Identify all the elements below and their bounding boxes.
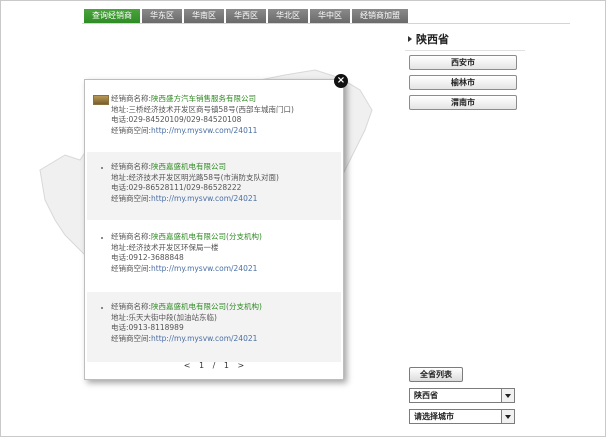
- bullet-dot-icon: [101, 307, 103, 309]
- dealer-space-label: 经销商空间:: [111, 333, 152, 343]
- dealer-space-link[interactable]: http://my.mysvw.com/24021: [151, 334, 257, 343]
- dealer-phone-label: 电话:: [111, 253, 129, 262]
- dealer-address-label: 地址:: [111, 242, 129, 252]
- province-select-value: 陕西省: [414, 391, 438, 400]
- dealer-space-label: 经销商空间:: [111, 125, 152, 135]
- province-select[interactable]: 陕西省: [409, 388, 515, 403]
- dealer-phone-label: 电话:: [111, 323, 129, 332]
- dealer-address-label: 地址:: [111, 104, 129, 114]
- province-name: 陕西省: [416, 33, 449, 46]
- tab-north-china[interactable]: 华北区: [268, 9, 308, 23]
- dealer-name-link[interactable]: 陕西嘉盛机电有限公司: [151, 162, 226, 171]
- dealer-address: 三桥经济技术开发区商号镇58号(西部车城南门口): [128, 104, 294, 114]
- city-button-xian[interactable]: 西安市: [409, 55, 517, 70]
- dealer-space-link[interactable]: http://my.mysvw.com/24011: [151, 126, 257, 135]
- bullet-dot-icon: [101, 237, 103, 239]
- dealer-name-link[interactable]: 陕西盛方汽车销售服务有限公司: [151, 94, 256, 103]
- dealer-address: 乐天大街中段(加油站东临): [128, 312, 217, 322]
- dealer-phone-label: 电话:: [111, 183, 129, 192]
- dealer-name-link[interactable]: 陕西嘉盛机电有限公司(分支机构): [151, 302, 262, 311]
- triangle-bullet-icon: [408, 36, 412, 42]
- total-pages: 1: [223, 361, 229, 370]
- tab-east-china[interactable]: 华东区: [142, 9, 182, 23]
- current-page: 1: [199, 361, 205, 370]
- city-select-value: 请选择城市: [414, 412, 454, 421]
- dealer-space-link[interactable]: http://my.mysvw.com/24021: [151, 264, 257, 273]
- dealer-entry: 经销商名称:陕西盛方汽车销售服务有限公司 地址:三桥经济技术开发区商号镇58号(…: [87, 90, 341, 152]
- page-separator: /: [212, 361, 216, 370]
- dealer-space-link[interactable]: http://my.mysvw.com/24021: [151, 194, 257, 203]
- province-heading: 陕西省: [405, 30, 525, 48]
- dealer-address: 经济技术开发区明光路58号(市消防支队对面): [128, 172, 279, 182]
- dealer-phone: 029-84520109/029-84520108: [128, 115, 242, 124]
- tab-south-china[interactable]: 华南区: [184, 9, 224, 23]
- dealer-address-label: 地址:: [111, 312, 129, 322]
- bullet-dot-icon: [101, 167, 103, 169]
- dealer-name-label: 经销商名称:: [111, 232, 152, 241]
- dealer-thumbnail-icon: [93, 95, 109, 105]
- dealer-phone: 0912-3688848: [128, 253, 184, 262]
- dealer-space-label: 经销商空间:: [111, 263, 152, 273]
- tab-query-dealer[interactable]: 查询经销商: [84, 9, 140, 23]
- dealer-space-label: 经销商空间:: [111, 193, 152, 203]
- chevron-down-icon[interactable]: [501, 410, 514, 423]
- dealer-phone: 0913-8118989: [128, 323, 184, 332]
- dealer-entry: 经销商名称:陕西嘉盛机电有限公司(分支机构) 地址:经济技术开发区环保局一楼 电…: [87, 222, 341, 292]
- prev-page-button[interactable]: <: [184, 361, 191, 370]
- close-popup-button[interactable]: ×: [334, 74, 348, 88]
- tab-west-china[interactable]: 华西区: [226, 9, 266, 23]
- dealer-name-label: 经销商名称:: [111, 162, 152, 171]
- dealer-phone-label: 电话:: [111, 115, 129, 124]
- dealer-address-label: 地址:: [111, 172, 129, 182]
- chevron-down-icon[interactable]: [501, 389, 514, 402]
- tab-divider-line: [82, 23, 570, 24]
- city-button-weinan[interactable]: 渭南市: [409, 95, 517, 110]
- next-page-button[interactable]: >: [238, 361, 245, 370]
- city-button-yulin[interactable]: 榆林市: [409, 75, 517, 90]
- dealer-name-label: 经销商名称:: [111, 302, 152, 311]
- dealer-name-link[interactable]: 陕西嘉盛机电有限公司(分支机构): [151, 232, 262, 241]
- dealer-entry: 经销商名称:陕西嘉盛机电有限公司 地址:经济技术开发区明光路58号(市消防支队对…: [87, 152, 341, 220]
- city-select[interactable]: 请选择城市: [409, 409, 515, 424]
- region-tabs: 查询经销商 华东区 华南区 华西区 华北区 华中区 经销商加盟: [84, 9, 408, 23]
- pagination: < 1 / 1 >: [84, 361, 344, 370]
- dealer-address: 经济技术开发区环保局一楼: [128, 242, 219, 252]
- dealer-entry: 经销商名称:陕西嘉盛机电有限公司(分支机构) 地址:乐天大街中段(加油站东临) …: [87, 292, 341, 362]
- all-province-list-button[interactable]: 全省列表: [409, 367, 463, 382]
- dealer-name-label: 经销商名称:: [111, 94, 152, 103]
- tab-dealer-join[interactable]: 经销商加盟: [352, 9, 408, 23]
- province-divider: [405, 50, 525, 51]
- dealer-popup: 经销商名称:陕西盛方汽车销售服务有限公司 地址:三桥经济技术开发区商号镇58号(…: [84, 79, 344, 380]
- dealer-phone: 029-86528111/029-86528222: [128, 183, 242, 192]
- province-panel: 陕西省 西安市 榆林市 渭南市: [405, 30, 525, 115]
- tab-central-china[interactable]: 华中区: [310, 9, 350, 23]
